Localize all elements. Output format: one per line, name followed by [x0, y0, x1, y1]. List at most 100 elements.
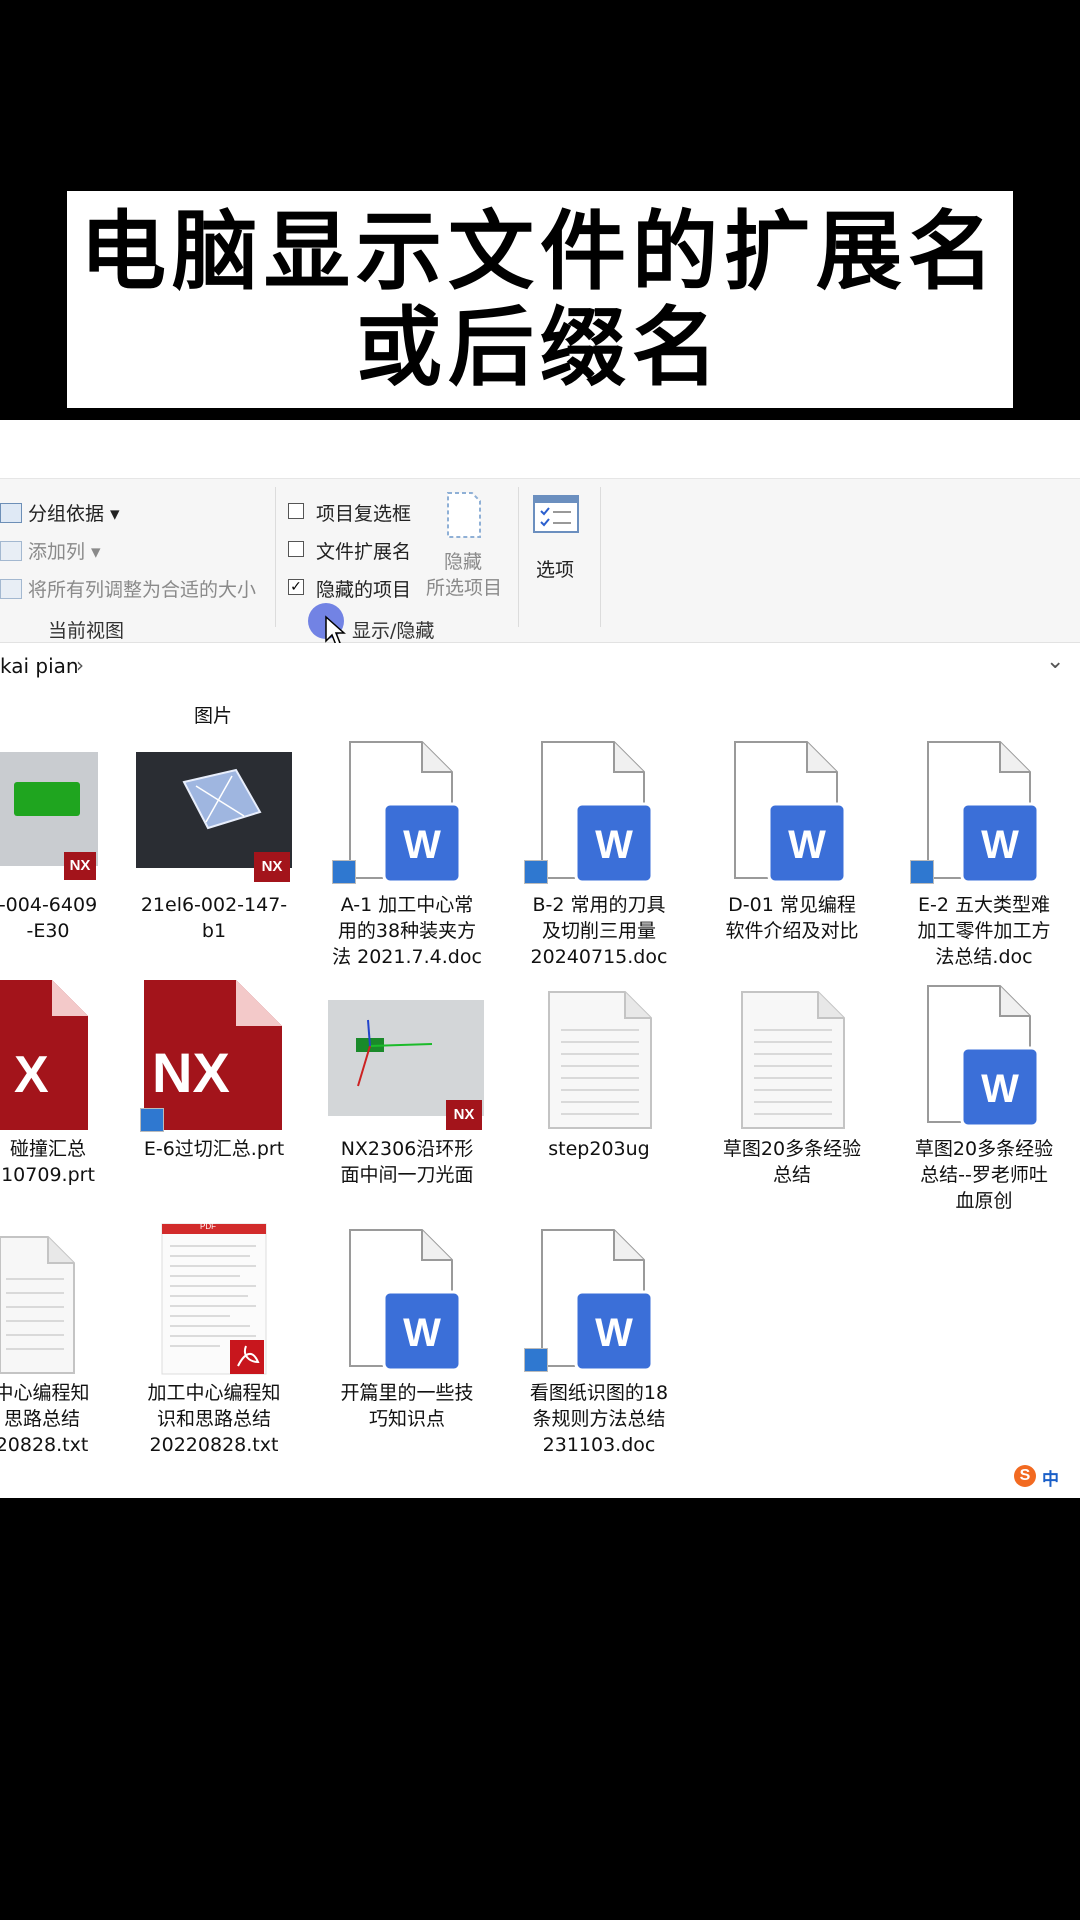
file-name[interactable]: E-6过切汇总.prt	[134, 1136, 294, 1162]
add-column-icon	[0, 541, 22, 561]
list-item[interactable]: PDF	[160, 1222, 270, 1378]
svg-text:W: W	[788, 823, 826, 867]
word-doc-icon: W	[349, 1229, 462, 1372]
list-item[interactable]: NX	[136, 752, 292, 882]
file-name[interactable]: 中心编程知 思路总结 20828.txt	[0, 1380, 122, 1458]
ime-mode-label: 中	[1042, 1470, 1059, 1490]
add-column-label: 添加列	[28, 541, 86, 563]
file-name[interactable]: E-2 五大类型难 加工零件加工方 法总结.doc	[904, 892, 1064, 970]
file-name[interactable]: 加工中心编程知 识和思路总结 20220828.txt	[134, 1380, 294, 1458]
nx-thumbnail	[0, 752, 98, 866]
options-button[interactable]: 选项	[530, 491, 582, 601]
address-bar[interactable]: kai pian › ⌄	[0, 643, 1080, 691]
word-doc-icon: W	[734, 741, 847, 884]
text-file-icon	[0, 1236, 75, 1374]
file-name[interactable]: 21el6-002-147- b1	[134, 892, 294, 944]
list-item[interactable]: NX	[328, 1000, 484, 1130]
svg-text:W: W	[981, 823, 1019, 867]
ime-status-indicator[interactable]: S 中	[1010, 1463, 1080, 1490]
nx-thumbnail	[136, 752, 292, 868]
list-item[interactable]: X	[0, 980, 90, 1130]
file-name[interactable]: 看图纸识图的18 条规则方法总结 231103.doc	[519, 1380, 679, 1458]
pdf-file-icon	[161, 1223, 267, 1375]
file-name[interactable]: D-01 常见编程 软件介绍及对比	[712, 892, 872, 944]
list-item[interactable]: W	[715, 740, 847, 890]
nx-file-icon: X	[0, 980, 88, 1130]
group-by-label: 分组依据	[28, 503, 105, 525]
ribbon-divider	[518, 487, 519, 627]
nx-badge: NX	[446, 1100, 482, 1130]
nx-badge: NX	[64, 852, 96, 880]
hide-selected-label-1: 隐藏	[444, 551, 483, 573]
list-item[interactable]: W	[522, 740, 654, 890]
file-name[interactable]: A-1 加工中心常 用的38种装夹方法 2021.7.4.doc	[327, 892, 487, 970]
list-item[interactable]: W	[908, 984, 1040, 1134]
address-dropdown-chevron-icon[interactable]: ⌄	[1046, 649, 1064, 674]
file-name[interactable]: 碰撞汇总 10709.prt	[0, 1136, 128, 1188]
video-title-banner: 电脑显示文件的扩展名 或后缀名	[67, 191, 1013, 408]
file-name[interactable]: B-2 常用的刀具 及切削三用量 20240715.doc	[519, 892, 679, 970]
hidden-items-label[interactable]: 隐藏的项目	[316, 575, 411, 602]
shortcut-arrow-icon	[524, 1348, 548, 1372]
file-list: 图片 NX NX W W W W -004-6409 -E30 21el6-00…	[0, 690, 1080, 1498]
file-name[interactable]: 草图20多条经验 总结--罗老师吐 血原创	[904, 1136, 1064, 1214]
group-header: 图片	[194, 705, 233, 727]
hidden-items-checkbox[interactable]: ✓	[288, 579, 304, 595]
group-by-icon	[0, 503, 22, 523]
list-item[interactable]: W	[522, 1228, 654, 1378]
file-extensions-label[interactable]: 文件扩展名	[316, 537, 411, 564]
address-path[interactable]: kai pian	[0, 654, 79, 678]
breadcrumb-chevron-icon[interactable]: ›	[76, 653, 84, 677]
title-line-2: 或后缀名	[356, 296, 724, 398]
list-item[interactable]: NX	[0, 752, 100, 880]
size-all-columns-button[interactable]: 将所有列调整为合适的大小	[28, 575, 256, 602]
show-hide-group-label: 显示/隐藏	[352, 620, 435, 642]
list-item[interactable]	[0, 1235, 80, 1375]
svg-text:W: W	[403, 1311, 441, 1355]
item-checkboxes-label[interactable]: 项目复选框	[316, 499, 411, 526]
list-item[interactable]: W	[330, 740, 462, 890]
file-name[interactable]: step203ug	[519, 1136, 679, 1162]
list-item[interactable]: W	[908, 740, 1040, 890]
file-name[interactable]: NX2306沿环形 面中间一刀光面	[327, 1136, 487, 1188]
hide-selected-button[interactable]: 隐藏 所选项目	[424, 491, 506, 601]
svg-text:W: W	[981, 1067, 1019, 1111]
shortcut-arrow-icon	[140, 1108, 164, 1132]
item-checkboxes-checkbox[interactable]	[288, 503, 304, 519]
list-item[interactable]: W	[330, 1228, 462, 1378]
size-columns-icon	[0, 579, 22, 599]
hide-selected-icon	[447, 492, 481, 538]
pdf-label: PDF	[200, 1222, 216, 1231]
options-icon	[533, 495, 579, 533]
file-name[interactable]: 草图20多条经验 总结	[712, 1136, 872, 1188]
file-explorer-window: 分组依据 ▾ 添加列 ▾ 将所有列调整为合适的大小 当前视图 项目复选框 文件扩…	[0, 420, 1080, 1498]
list-item[interactable]: NX	[140, 980, 285, 1132]
title-line-1: 电脑显示文件的扩展名	[80, 200, 1000, 302]
list-item[interactable]	[545, 990, 655, 1130]
sogou-logo-icon: S	[1014, 1465, 1036, 1487]
word-doc-icon: W	[927, 985, 1040, 1128]
svg-text:W: W	[595, 1311, 633, 1355]
nx-thumbnail	[328, 1000, 484, 1116]
shortcut-arrow-icon	[332, 860, 356, 884]
group-by-button[interactable]: 分组依据 ▾	[28, 499, 120, 526]
shortcut-arrow-icon	[910, 860, 934, 884]
nx-badge: NX	[254, 852, 290, 882]
text-file-icon	[741, 991, 845, 1129]
ribbon-divider	[600, 487, 601, 627]
text-file-icon	[548, 991, 652, 1129]
options-label: 选项	[536, 559, 575, 581]
hide-selected-label-2: 所选项目	[426, 577, 503, 599]
add-column-button[interactable]: 添加列 ▾	[28, 537, 101, 564]
svg-text:W: W	[403, 823, 441, 867]
list-item[interactable]	[738, 990, 848, 1130]
svg-text:X: X	[14, 1046, 49, 1104]
ribbon-divider	[275, 487, 276, 627]
svg-text:W: W	[595, 823, 633, 867]
current-view-group-label: 当前视图	[48, 620, 125, 642]
svg-text:NX: NX	[152, 1041, 230, 1104]
file-extensions-checkbox[interactable]	[288, 541, 304, 557]
file-name[interactable]: -004-6409 -E30	[0, 892, 128, 944]
shortcut-arrow-icon	[524, 860, 548, 884]
file-name[interactable]: 开篇里的一些技 巧知识点	[327, 1380, 487, 1432]
